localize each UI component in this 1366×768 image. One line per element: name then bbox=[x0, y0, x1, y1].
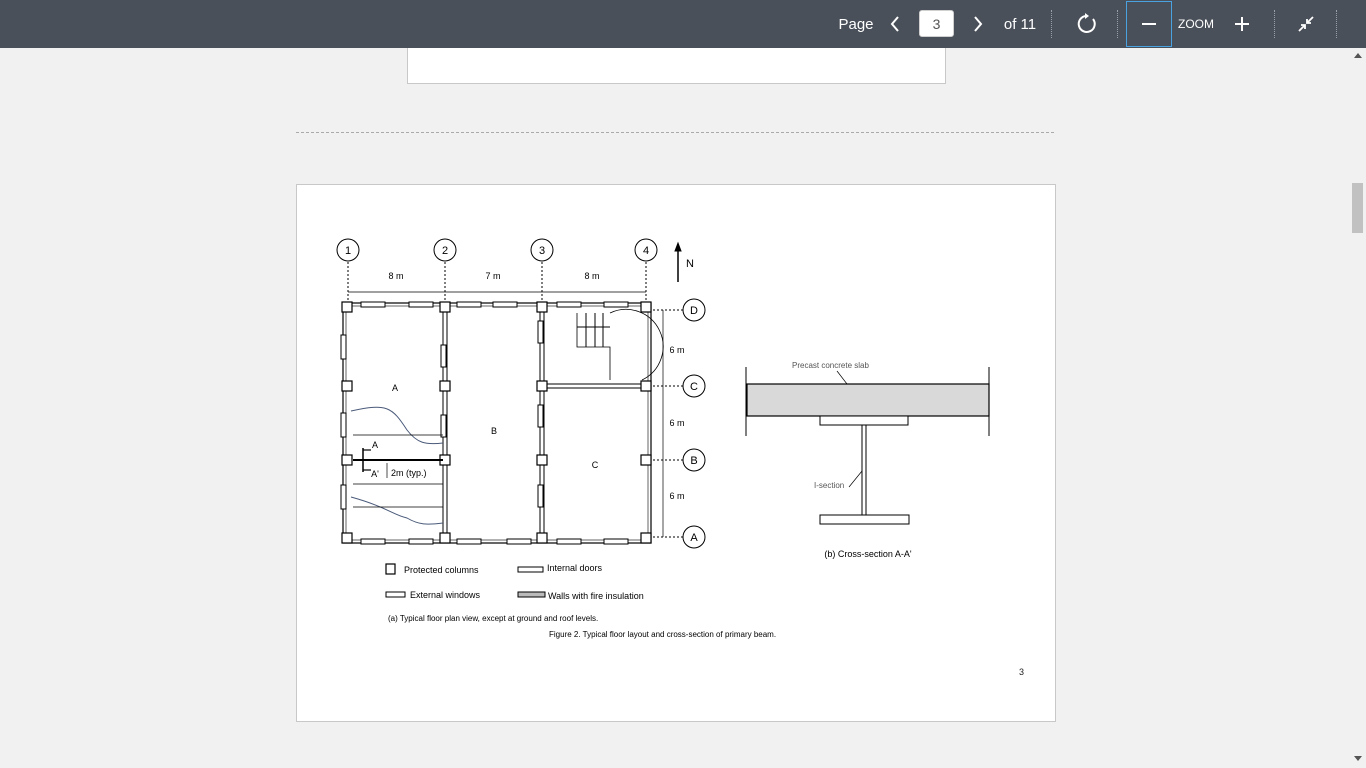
typ-dimension: 2m (typ.) bbox=[391, 468, 427, 478]
pdf-toolbar: Page of 11 ZOOM bbox=[0, 0, 1366, 48]
legend-external-windows: External windows bbox=[410, 590, 481, 600]
caption-b: (b) Cross-section A-A' bbox=[824, 549, 912, 559]
rotate-icon bbox=[1077, 13, 1096, 33]
beam-label: I-section bbox=[814, 481, 844, 490]
toolbar-divider bbox=[1336, 10, 1337, 38]
legend-walls-fire: Walls with fire insulation bbox=[548, 591, 644, 601]
grid-row-label: D bbox=[690, 305, 698, 317]
zoom-label: ZOOM bbox=[1178, 17, 1214, 31]
grid-row-label: C bbox=[690, 381, 698, 393]
scroll-thumb[interactable] bbox=[1352, 183, 1363, 233]
grid-col-label: 1 bbox=[345, 245, 351, 257]
toolbar-divider bbox=[1117, 10, 1118, 38]
page-separator bbox=[296, 132, 1054, 133]
room-label: B bbox=[491, 426, 497, 436]
span-label: 6 m bbox=[669, 491, 684, 501]
pdf-page: 1 2 3 4 8 m 7 m 8 m N D C B A 6 m 6 m 6 … bbox=[296, 184, 1056, 722]
span-label: 7 m bbox=[485, 271, 500, 281]
next-page-button[interactable] bbox=[965, 0, 991, 48]
room-label: A bbox=[392, 383, 398, 393]
room-label: C bbox=[592, 460, 599, 470]
rotate-button[interactable] bbox=[1073, 0, 1101, 48]
chevron-right-icon bbox=[974, 16, 983, 32]
slab-label: Precast concrete slab bbox=[792, 361, 869, 370]
page-label: Page bbox=[838, 15, 874, 33]
caption-a: (a) Typical floor plan view, except at g… bbox=[388, 614, 598, 623]
vertical-scrollbar[interactable] bbox=[1350, 48, 1366, 768]
scroll-down-icon[interactable] bbox=[1354, 756, 1362, 761]
document-viewport[interactable]: 1 2 3 4 8 m 7 m 8 m N D C B A 6 m 6 m 6 … bbox=[0, 48, 1350, 768]
span-label: 8 m bbox=[388, 271, 403, 281]
toolbar-divider bbox=[1274, 10, 1275, 38]
legend-internal-doors: Internal doors bbox=[547, 563, 603, 573]
toolbar-divider bbox=[1051, 10, 1052, 38]
section-mark: A' bbox=[371, 469, 379, 479]
zoom-out-button[interactable] bbox=[1126, 1, 1172, 47]
plus-icon bbox=[1235, 17, 1249, 31]
grid-row-label: B bbox=[690, 455, 697, 467]
section-mark: A bbox=[372, 440, 378, 450]
north-label: N bbox=[686, 258, 694, 270]
prev-page-button[interactable] bbox=[882, 0, 908, 48]
page-number: 3 bbox=[1019, 667, 1025, 677]
span-label: 6 m bbox=[669, 418, 684, 428]
collapse-icon bbox=[1298, 16, 1314, 32]
chevron-left-icon bbox=[890, 16, 899, 32]
grid-col-label: 4 bbox=[643, 245, 649, 257]
span-label: 8 m bbox=[584, 271, 599, 281]
minus-icon bbox=[1142, 23, 1156, 25]
zoom-in-button[interactable] bbox=[1228, 0, 1256, 48]
figure-caption: Figure 2. Typical floor layout and cross… bbox=[549, 630, 776, 639]
grid-col-label: 2 bbox=[442, 245, 448, 257]
grid-row-label: A bbox=[690, 532, 698, 544]
grid-col-label: 3 bbox=[539, 245, 545, 257]
figure-2: 1 2 3 4 8 m 7 m 8 m N D C B A 6 m 6 m 6 … bbox=[336, 238, 990, 639]
page-number-input[interactable] bbox=[919, 10, 954, 37]
page-count: of 11 bbox=[1003, 15, 1037, 33]
legend-protected-columns: Protected columns bbox=[404, 565, 479, 575]
previous-page bbox=[407, 48, 946, 84]
exit-fullscreen-button[interactable] bbox=[1292, 0, 1320, 48]
span-label: 6 m bbox=[669, 345, 684, 355]
scroll-up-icon[interactable] bbox=[1354, 53, 1362, 58]
